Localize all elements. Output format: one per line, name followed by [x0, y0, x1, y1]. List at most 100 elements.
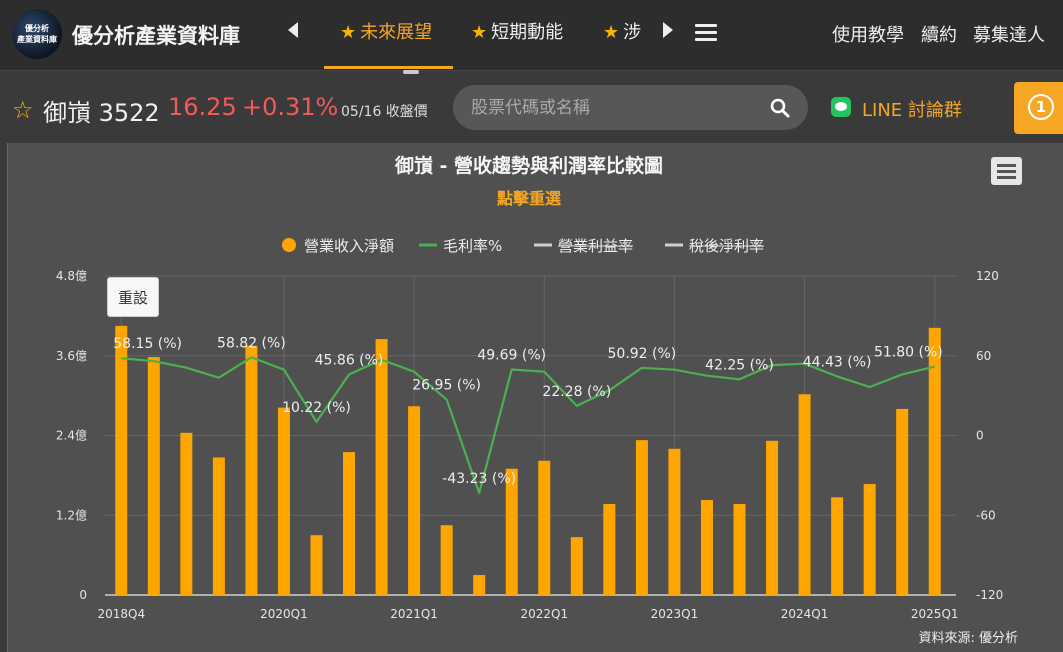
revenue-bar: [896, 408, 909, 595]
revenue-bar: [700, 499, 713, 595]
line-group-link[interactable]: LINE 討論群: [862, 96, 962, 122]
stock-price: 16.25: [168, 93, 237, 121]
revenue-bar: [635, 440, 648, 595]
link-tutorial[interactable]: 使用教學: [832, 21, 904, 47]
top-navigation: 優分析 產業資料庫 優分析產業資料庫 ★ 未來展望 ★ 短期動能 ★ 涉 使用教學 續…: [0, 0, 1063, 71]
chart-panel: 御嵿 - 營收趨勢與利潤率比較圖 點擊重選 營業收入淨額 毛利率% 營業利益率 稅後淨…: [7, 143, 1063, 652]
active-tab-indicator: [324, 66, 453, 69]
y-right-tick-label: -120: [976, 588, 1003, 602]
chart-menu-button[interactable]: [991, 157, 1022, 185]
x-tick-label: 2022Q1: [520, 607, 568, 621]
logo-text-line1: 優分析: [25, 24, 49, 33]
tab-label: 涉: [623, 22, 641, 43]
link-renew[interactable]: 續約: [921, 21, 957, 47]
x-axis: 2018Q4 2020Q1 2021Q1 2022Q1 2023Q1 2024Q1 2025…: [97, 607, 958, 621]
gross-margin-data-label: -43.23 (%): [442, 471, 516, 487]
revenue-bar: [212, 457, 225, 595]
tab-truncated[interactable]: ★ 涉: [603, 18, 641, 44]
tab-short-term-momentum[interactable]: ★ 短期動能: [471, 18, 563, 44]
data-source: 資料來源: 優分析: [918, 631, 1018, 646]
nav-right-arrow-icon[interactable]: [663, 22, 673, 38]
search-icon[interactable]: [770, 98, 790, 118]
scroll-indicator: [403, 70, 419, 74]
hamburger-menu-icon[interactable]: [695, 24, 717, 45]
revenue-bar: [766, 440, 779, 595]
tab-label: 未來展望: [360, 22, 433, 43]
stock-date-label: 05/16 收盤價: [341, 104, 428, 120]
star-icon: ★: [471, 22, 488, 43]
gross-margin-line: [121, 356, 935, 495]
x-tick-label: 2020Q1: [260, 607, 308, 621]
gross-margin-data-label: 58.82 (%): [217, 335, 286, 351]
star-icon: ★: [603, 22, 620, 43]
chart-title: 御嵿 - 營收趨勢與利潤率比較圖: [394, 154, 663, 177]
chart-grid: [105, 275, 956, 596]
revenue-bar: [668, 448, 681, 595]
site-logo[interactable]: 優分析 產業資料庫: [12, 9, 62, 59]
revenue-bar: [147, 357, 160, 595]
revenue-bar: [180, 432, 193, 595]
line-app-icon[interactable]: [831, 97, 851, 117]
y-right-tick-label: 0: [976, 429, 984, 443]
legend-item-0[interactable]: 營業收入淨額: [304, 237, 394, 255]
legend-revenue-marker: [282, 238, 296, 252]
gross-margin-data-label: 50.92 (%): [608, 346, 677, 362]
revenue-bar: [310, 535, 323, 595]
search-input[interactable]: [453, 85, 808, 130]
gross-margin-data-label: 22.28 (%): [542, 384, 611, 400]
revenue-bar: [440, 525, 453, 595]
y-right-tick-label: -60: [976, 508, 996, 522]
gross-margin-data-label: 44.43 (%): [803, 354, 872, 370]
gross-margin-data-label: 51.80 (%): [874, 345, 943, 361]
chart-legend: 營業收入淨額 毛利率% 營業利益率 稅後淨利率: [282, 237, 764, 255]
nav-left-arrow-icon[interactable]: [288, 22, 298, 38]
revenue-bar: [603, 503, 616, 595]
x-tick-label: 2018Q4: [97, 607, 145, 621]
notification-badge[interactable]: 1: [1028, 94, 1054, 120]
reset-zoom-button[interactable]: 重設: [107, 277, 159, 317]
y-right-tick-label: 60: [976, 349, 991, 363]
gross-margin-data-label: 45.86 (%): [315, 353, 384, 369]
stock-name-code: 御嵿 3522: [43, 99, 160, 127]
y-right-tick-label: 120: [976, 269, 999, 283]
gross-margin-data-label: 49.69 (%): [477, 347, 546, 363]
revenue-bar: [277, 407, 290, 595]
gross-margin-data-label: 26.95 (%): [412, 378, 481, 394]
revenue-bar: [798, 394, 811, 595]
x-tick-label: 2023Q1: [651, 607, 699, 621]
star-icon: ★: [340, 22, 357, 43]
y-left-tick-label: 2.4億: [56, 429, 87, 443]
y-left-tick-label: 0: [79, 588, 87, 602]
revenue-bar: [570, 537, 583, 595]
revenue-bar: [733, 503, 746, 595]
gross-margin-data-label: 10.22 (%): [282, 400, 351, 416]
x-tick-label: 2021Q1: [390, 607, 438, 621]
revenue-bar: [245, 345, 258, 595]
revenue-bar: [863, 484, 876, 595]
site-title[interactable]: 優分析產業資料庫: [72, 20, 240, 50]
gross-margin-data-label: 42.25 (%): [705, 357, 774, 373]
revenue-bar: [473, 575, 486, 595]
revenue-bar: [375, 339, 388, 595]
y-axis-right: -120 -60 0 60 120: [976, 269, 1003, 602]
logo-text-line2: 產業資料庫: [17, 35, 57, 44]
revenue-bar: [505, 468, 518, 595]
gross-margin-labels: 58.15 (%) 58.82 (%) 10.22 (%) 45.86 (%) 26.9…: [113, 335, 942, 487]
link-recruit[interactable]: 募集達人: [973, 21, 1045, 47]
tab-future-outlook[interactable]: ★ 未來展望: [340, 18, 432, 44]
revenue-bar: [538, 460, 551, 595]
y-axis-left: 0 1.2億 2.4億 3.6億 4.8億: [56, 269, 87, 602]
revenue-bar: [115, 325, 128, 595]
stock-change: +0.31%: [242, 93, 339, 121]
y-left-tick-label: 4.8億: [56, 269, 87, 283]
revenue-bar: [831, 497, 844, 595]
x-tick-label: 2024Q1: [781, 607, 829, 621]
tab-label: 短期動能: [491, 22, 564, 43]
x-tick-label: 2025Q1: [911, 607, 959, 621]
legend-item-1[interactable]: 毛利率%: [443, 237, 502, 255]
gross-margin-series-line: [121, 356, 935, 495]
y-left-tick-label: 1.2億: [56, 508, 87, 522]
favorite-star-icon[interactable]: ☆: [12, 96, 34, 124]
chart-subtitle-reselect[interactable]: 點擊重選: [497, 189, 561, 208]
revenue-margin-chart: 御嵿 - 營收趨勢與利潤率比較圖 點擊重選 營業收入淨額 毛利率% 營業利益率 稅後淨…: [56, 154, 1018, 646]
